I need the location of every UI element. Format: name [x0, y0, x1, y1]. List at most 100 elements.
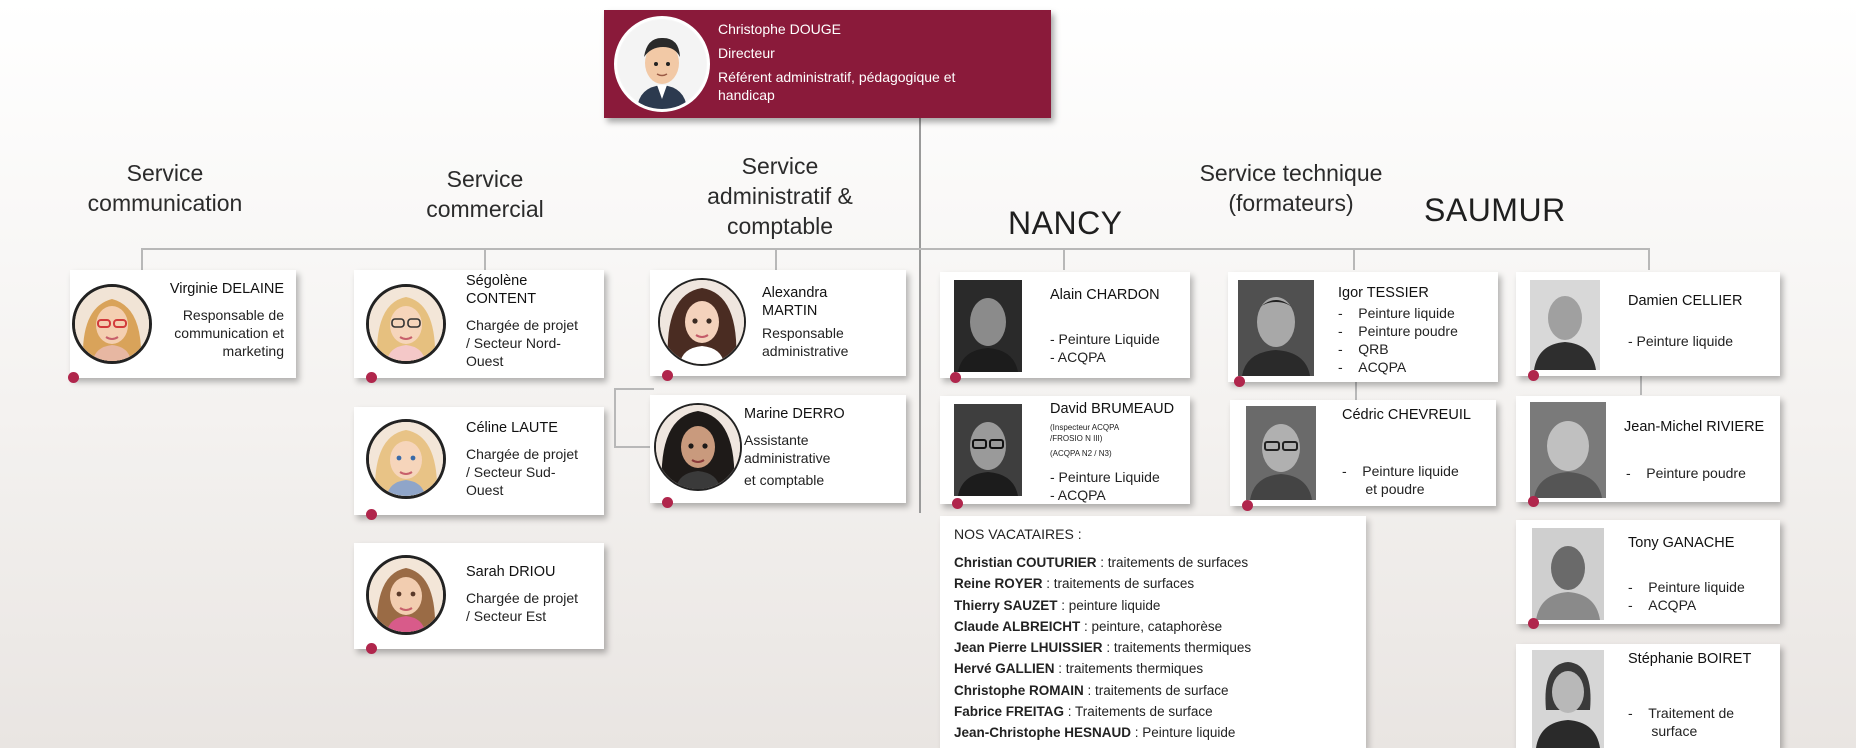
role-ganache: - Peinture liquide - ACQPA — [1628, 579, 1745, 613]
heading-communication: Service communication — [87, 160, 243, 216]
card-chevreuil: Cédric CHEVREUIL - Peinture liquide et p… — [1230, 400, 1496, 511]
heading-administratif: Service administratif & comptable — [707, 153, 853, 239]
connector-derro-h2 — [614, 446, 654, 448]
name-tessier: Igor TESSIER — [1338, 285, 1429, 301]
name-martin: Alexandra MARTIN — [762, 285, 828, 319]
name-riviere: Jean-Michel RIVIERE — [1624, 419, 1765, 435]
director-name: Christophe DOUGE — [718, 21, 841, 37]
role-chardon: - Peinture Liquide - ACQPA — [1050, 331, 1160, 365]
list-item: Fabrice FREITAG : Traitements de surface — [954, 704, 1213, 720]
director-avatar — [614, 16, 710, 112]
vacataires-list: Christian COUTURIER : traitements de sur… — [954, 552, 1251, 744]
list-item: Hervé GALLIEN : traitements thermiques — [954, 661, 1204, 677]
dot-delaine — [68, 372, 79, 383]
card-driou: Sarah DRIOU Chargée de projet / Secteur E… — [354, 543, 604, 654]
card-cellier: Damien CELLIER - Peinture liquide — [1516, 272, 1780, 381]
list-item: Christophe ROMAIN : traitements de surfa… — [954, 682, 1229, 698]
dot-laute — [366, 509, 377, 520]
card-ganache: Tony GANACHE - Peinture liquide - ACQPA — [1516, 520, 1780, 629]
list-item: Reine ROYER : traitements de surfaces — [954, 576, 1195, 592]
dot-driou — [366, 643, 377, 654]
name-chevreuil: Cédric CHEVREUIL — [1342, 407, 1471, 423]
card-martin: Alexandra MARTIN Responsable administrativ… — [650, 270, 906, 381]
name-derro: Marine DERRO — [744, 406, 845, 422]
director-role-line1: Référent administratif, pédagogique et — [718, 69, 956, 85]
role-brumeaud: - Peinture Liquide - ACQPA — [1050, 469, 1160, 503]
dot-martin — [662, 370, 673, 381]
photo-riviere — [1530, 402, 1606, 498]
role-driou: Chargée de projet / Secteur Est — [466, 590, 579, 624]
card-tessier: Igor TESSIER - Peinture liquide - Peintu… — [1228, 272, 1498, 387]
list-item: Jean-Christophe HESNAUD : Peinture liqui… — [954, 725, 1236, 741]
photo-boiret — [1532, 650, 1604, 748]
connector-nancy — [1063, 248, 1065, 270]
role-martin: Responsable administrative — [762, 325, 849, 359]
avatar-driou — [366, 555, 446, 635]
photo-tessier — [1238, 280, 1314, 376]
connector-derro — [614, 388, 654, 390]
top-horizontal-connector — [141, 248, 1649, 250]
connector-riviere — [1640, 375, 1642, 395]
role-riviere: - Peinture poudre — [1626, 465, 1746, 481]
small-brumeaud: (Inspecteur ACQPA/FROSIO N III) (ACQPA N… — [1050, 423, 1120, 458]
photo-ganache — [1532, 528, 1604, 620]
connector-chevreuil — [1355, 382, 1357, 400]
role-laute: Chargée de projet / Secteur Sud- Ouest — [466, 446, 579, 498]
connector-commercial — [484, 248, 486, 270]
heading-commercial: Service commercial — [426, 166, 544, 222]
connector-administratif — [775, 248, 777, 270]
role-boiret: - Traitement de surface — [1628, 705, 1735, 739]
name-chardon: Alain CHARDON — [1050, 287, 1160, 303]
list-item: Jean Pierre LHUISSIER : traitements ther… — [954, 640, 1252, 656]
card-content: Ségolène CONTENT Chargée de projet / Secte… — [354, 270, 604, 383]
role-content: Chargée de projet / Secteur Nord- Ouest — [466, 317, 579, 369]
role-derro: Assistante administrative et comptable — [744, 432, 831, 488]
name-cellier: Damien CELLIER — [1628, 293, 1743, 309]
avatar-derro — [654, 403, 742, 491]
dot-cellier — [1528, 370, 1539, 381]
avatar-laute — [366, 419, 446, 499]
dot-ganache — [1528, 618, 1539, 629]
dot-chardon — [950, 372, 961, 383]
list-item: Claude ALBREICHT : peinture, cataphorèse — [954, 618, 1223, 634]
avatar-martin — [658, 278, 746, 366]
photo-chardon — [954, 280, 1022, 372]
main-vertical-connector — [919, 118, 921, 513]
heading-saumur: SAUMUR — [1424, 192, 1566, 228]
connector-delaine — [141, 248, 143, 270]
director-title: Directeur — [718, 45, 775, 61]
name-boiret: Stéphanie BOIRET — [1628, 651, 1752, 667]
avatar-delaine — [72, 284, 152, 364]
name-delaine: Virginie DELAINE — [169, 281, 284, 297]
card-boiret: Stéphanie BOIRET - Traitement de surface — [1516, 644, 1780, 748]
photo-chevreuil — [1246, 406, 1316, 500]
dot-riviere — [1528, 496, 1539, 507]
dot-content — [366, 372, 377, 383]
role-delaine: Responsable de communication et marketing — [174, 307, 284, 359]
photo-cellier — [1530, 280, 1600, 370]
heading-nancy: NANCY — [1008, 205, 1123, 241]
connector-derro-v — [614, 388, 616, 448]
name-laute: Céline LAUTE — [466, 420, 558, 436]
name-driou: Sarah DRIOU — [466, 564, 556, 580]
dot-derro — [662, 497, 673, 508]
role-chevreuil: - Peinture liquide et poudre — [1342, 463, 1459, 497]
card-brumeaud: David BRUMEAUD (Inspecteur ACQPA/FROSIO … — [940, 396, 1190, 509]
list-item: Thierry SAUZET : peinture liquide — [954, 597, 1161, 613]
card-laute: Céline LAUTE Chargée de projet / Secteur … — [354, 407, 604, 520]
role-cellier: - Peinture liquide — [1628, 333, 1734, 349]
connector-saumur — [1648, 248, 1650, 270]
name-brumeaud: David BRUMEAUD — [1050, 401, 1175, 417]
avatar-content — [366, 284, 446, 364]
card-chardon: Alain CHARDON - Peinture Liquide - ACQPA — [940, 272, 1190, 383]
heading-technique: Service technique (formateurs) — [1199, 160, 1383, 216]
director-role-line2: handicap — [718, 87, 775, 103]
name-content: Ségolène CONTENT — [466, 273, 537, 307]
photo-brumeaud — [954, 404, 1022, 496]
card-delaine: Virginie DELAINE Responsable de communica… — [68, 270, 296, 383]
dot-tessier — [1234, 376, 1245, 387]
vacataires-title: NOS VACATAIRES : — [954, 526, 1082, 542]
connector-technique — [1353, 248, 1355, 270]
role-tessier: - Peinture liquide - Peinture poudre - Q… — [1338, 305, 1458, 375]
vacataires-box: NOS VACATAIRES : Christian COUTURIER : t… — [940, 516, 1366, 748]
